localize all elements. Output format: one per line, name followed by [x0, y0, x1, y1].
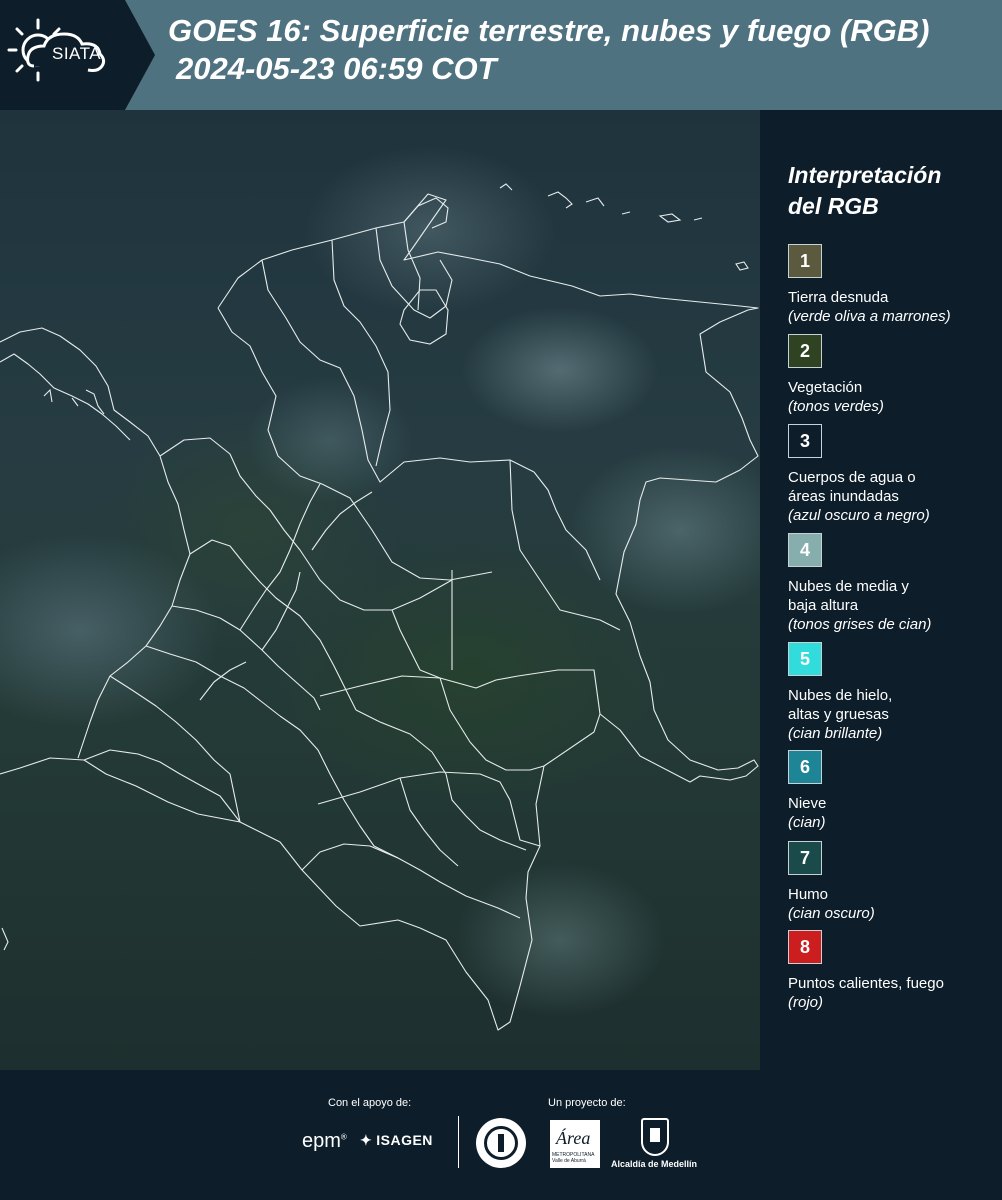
legend-item-note: (azul oscuro a negro) [788, 507, 930, 524]
legend-swatch: 8 [788, 930, 822, 964]
caribbean-islands [1, 183, 749, 951]
alcaldia-label: Alcaldía de Medellín [611, 1159, 698, 1169]
legend-item-label: Puntos calientes, fuego [788, 975, 944, 992]
legend-item-note: (rojo) [788, 994, 824, 1011]
legend-title: Interpretación del RGB [788, 160, 998, 222]
header-bar: SIATA GOES 16: Superficie terrestre, nub… [0, 0, 1002, 110]
title-datetime: 2024-05-23 06:59 COT [176, 51, 497, 86]
isagen-logo-text: ISAGEN [376, 1132, 433, 1148]
area-logo-subtitle: METROPOLITANA Valle de Aburrá [552, 1152, 595, 1164]
siata-logo-text: SIATA [52, 44, 102, 63]
footer-divider [458, 1116, 459, 1168]
legend-item-label-line2: altas y gruesas [788, 706, 889, 723]
support-label: Con el apoyo de: [328, 1097, 412, 1109]
epm-logo: epm® [302, 1130, 347, 1153]
area-metropolitana-logo: Área METROPOLITANA Valle de Aburrá [550, 1120, 600, 1168]
boundary-overlay [0, 183, 759, 1031]
legend-swatch: 7 [788, 841, 822, 875]
legend-swatch: 6 [788, 750, 822, 784]
legend-item-snow: 6 Nieve (cian) [788, 750, 998, 832]
siata-logo: SIATA [0, 0, 158, 110]
legend-item-note: (cian oscuro) [788, 905, 875, 922]
legend-item-note: (tonos grises de cian) [788, 616, 932, 633]
legend-item-bare-soil: 1 Tierra desnuda (verde oliva a marrones… [788, 244, 998, 326]
legend-item-label-line2: áreas inundadas [788, 488, 899, 505]
isagen-logo: ✦ ISAGEN [360, 1132, 433, 1149]
legend-item-label: Humo [788, 886, 829, 903]
legend-item-note: (cian) [788, 814, 826, 831]
legend-item-label: Cuerpos de agua o [788, 469, 916, 486]
legend-item-water: 3 Cuerpos de agua o áreas inundadas (azu… [788, 424, 998, 525]
legend-swatch: 2 [788, 334, 822, 368]
legend-item-fire: 8 Puntos calientes, fuego (rojo) [788, 930, 998, 1012]
legend-item-note: (tonos verdes) [788, 398, 884, 415]
legend-title-line2: del RGB [788, 193, 879, 219]
sponsors-footer: Con el apoyo de: Un proyecto de: epm® ✦ I… [0, 1070, 1002, 1200]
legend-item-label: Nubes de media y [788, 578, 909, 595]
project-label: Un proyecto de: [548, 1097, 626, 1109]
legend-swatch: 3 [788, 424, 822, 458]
lake-maracaibo [399, 289, 449, 345]
medellin-university-seal-icon [476, 1118, 526, 1168]
legend-title-line1: Interpretación [788, 162, 942, 188]
legend-item-ice-clouds: 5 Nubes de hielo, altas y gruesas (cian … [788, 642, 998, 743]
alcaldia-crest-icon [641, 1118, 669, 1156]
page-title: GOES 16: Superficie terrestre, nubes y f… [168, 12, 998, 88]
legend-item-low-clouds: 4 Nubes de media y baja altura (tonos gr… [788, 533, 998, 634]
isagen-mark-icon: ✦ [360, 1132, 373, 1148]
legend-item-label-line2: baja altura [788, 597, 859, 614]
legend-swatch: 1 [788, 244, 822, 278]
legend-item-note: (cian brillante) [788, 725, 883, 742]
area-logo-word: Área [556, 1128, 591, 1148]
colombia-border [0, 193, 759, 1031]
legend-item-smoke: 7 Humo (cian oscuro) [788, 841, 998, 923]
legend-swatch: 4 [788, 533, 822, 567]
guajira-peninsula [403, 197, 449, 229]
epm-trademark: ® [340, 1132, 347, 1142]
title-product: GOES 16: Superficie terrestre, nubes y f… [168, 13, 930, 48]
legend-item-label: Nieve [788, 795, 827, 812]
legend-item-note: (verde oliva a marrones) [788, 308, 951, 325]
legend-swatch: 5 [788, 642, 822, 676]
legend-item-label: Tierra desnuda [788, 289, 889, 306]
legend-item-label: Vegetación [788, 379, 863, 396]
legend-item-label: Nubes de hielo, [788, 687, 893, 704]
rgb-legend: Interpretación del RGB 1 Tierra desnuda … [760, 110, 1002, 1070]
satellite-map[interactable] [0, 110, 760, 1070]
pacific-coast [0, 327, 191, 759]
epm-logo-text: epm [302, 1130, 341, 1152]
legend-item-vegetation: 2 Vegetación (tonos verdes) [788, 334, 998, 416]
